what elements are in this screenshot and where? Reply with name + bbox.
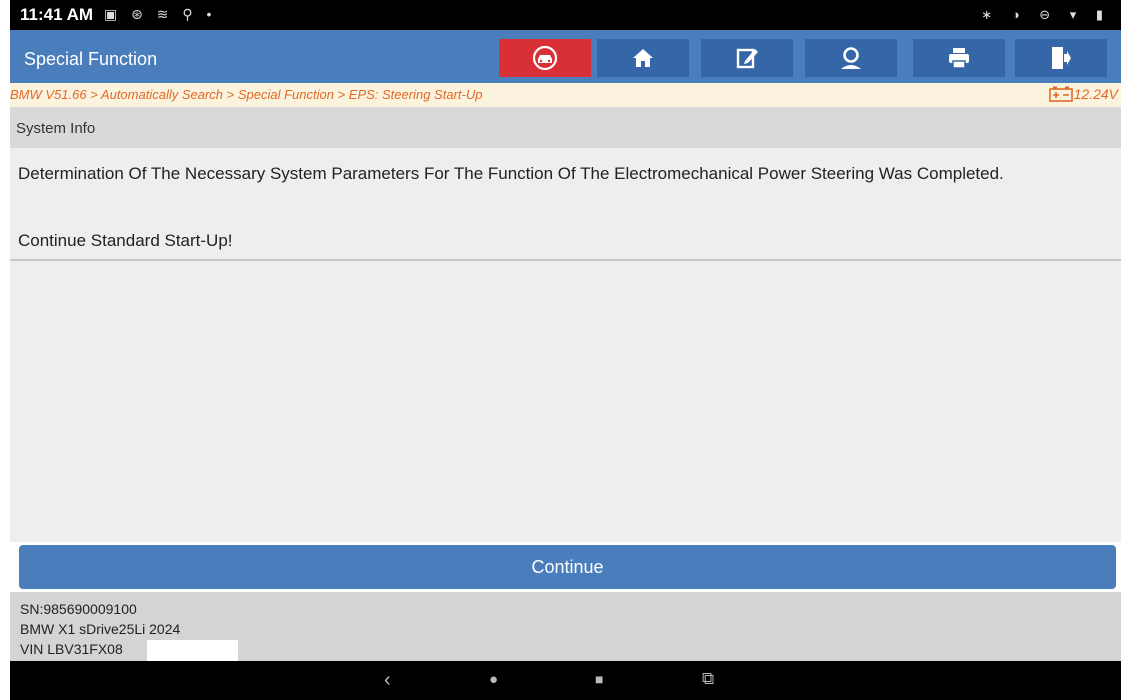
battery-voltage: 12.24V <box>1048 86 1118 102</box>
support-button[interactable] <box>805 39 897 77</box>
system-status-icons: ∗ ◑ ⊖ ▾ ▮ <box>981 7 1111 22</box>
support-icon <box>841 47 861 69</box>
message-panel: Determination Of The Necessary System Pa… <box>10 148 1121 261</box>
serial-number: SN:985690009100 <box>20 601 137 617</box>
notification-icons: ▣ ⊛ ≋ ⚲ • <box>104 6 217 22</box>
vin-number: VIN LBV31FX08 <box>20 641 123 657</box>
system-info-header: System Info <box>10 107 1121 148</box>
print-icon <box>949 48 969 69</box>
voltage-value: 12.24V <box>1073 86 1118 102</box>
exit-button[interactable] <box>1015 39 1107 77</box>
breadcrumb-path: BMW V51.66 > Automatically Search > Spec… <box>10 87 483 102</box>
vehicle-model: BMW X1 sDrive25Li 2024 <box>20 621 181 637</box>
device-screen: 11:41 AM ▣ ⊛ ≋ ⚲ • ∗ ◑ ⊖ ▾ ▮ Special Fun… <box>10 0 1121 700</box>
status-bar: 11:41 AM ▣ ⊛ ≋ ⚲ • ∗ ◑ ⊖ ▾ ▮ <box>10 0 1121 30</box>
system-info-label: System Info <box>16 120 96 137</box>
car-diagnose-button[interactable] <box>499 39 591 77</box>
car-diagnose-icon <box>532 45 558 71</box>
home-button[interactable] <box>597 39 689 77</box>
exit-icon <box>1052 47 1071 69</box>
recents-icon[interactable]: ■ <box>595 671 603 687</box>
page-title: Special Function <box>24 49 158 69</box>
home-icon <box>633 49 653 67</box>
edit-button[interactable] <box>701 39 793 77</box>
edit-icon <box>736 48 758 69</box>
screenshot-icon[interactable]: ⧉ <box>702 669 714 689</box>
message-text: Determination Of The Necessary System Pa… <box>18 164 1004 183</box>
nav-home-icon[interactable]: ● <box>489 671 498 688</box>
message-instruction: Continue Standard Start-Up! <box>18 231 233 250</box>
empty-area <box>10 261 1121 543</box>
continue-button[interactable]: Continue <box>19 545 1116 589</box>
print-button[interactable] <box>913 39 1005 77</box>
battery-icon <box>1048 86 1073 102</box>
status-time: 11:41 AM <box>20 5 94 24</box>
breadcrumb: BMW V51.66 > Automatically Search > Spec… <box>10 83 1121 107</box>
back-icon[interactable]: ‹ <box>384 669 391 692</box>
android-nav-bar: ‹ ● ■ ⧉ <box>10 661 1121 700</box>
